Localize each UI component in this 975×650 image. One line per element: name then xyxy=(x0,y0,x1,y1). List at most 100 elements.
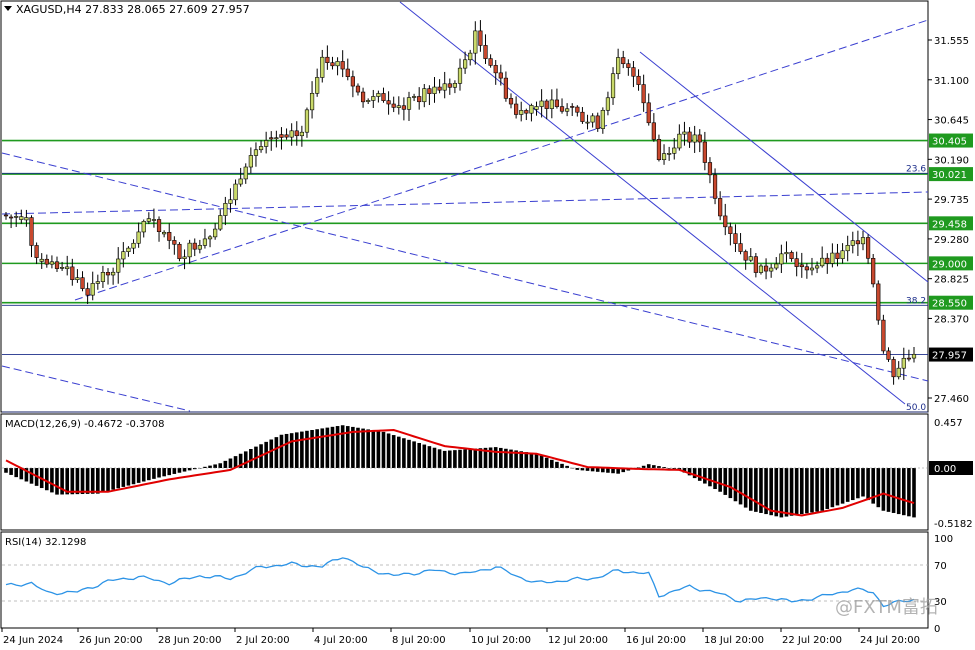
macd-bar xyxy=(126,468,131,486)
macd-bar xyxy=(499,447,503,468)
macd-bar xyxy=(580,468,585,471)
candle xyxy=(626,59,631,76)
candle xyxy=(304,107,310,138)
macd-bar xyxy=(840,468,845,504)
macd-bar xyxy=(534,453,539,468)
candle xyxy=(207,235,213,248)
candle xyxy=(651,113,656,142)
candle xyxy=(743,249,748,270)
candle xyxy=(335,57,340,76)
candle xyxy=(432,77,437,103)
candle xyxy=(809,257,815,276)
rsi-tick-label: 70 xyxy=(934,561,947,572)
candle xyxy=(167,223,172,250)
trendline-falling-dashed-upper xyxy=(1,152,929,382)
macd-bar xyxy=(335,426,340,468)
macd-bar xyxy=(754,468,758,512)
macd-label: MACD(12,26,9) -0.4672 -0.3708 xyxy=(5,419,165,430)
macd-bar xyxy=(850,468,855,501)
price-tick-label: 27.460 xyxy=(934,394,969,405)
macd-bar xyxy=(289,433,294,468)
candle xyxy=(473,21,478,65)
macd-bar xyxy=(182,468,187,472)
candle xyxy=(616,48,621,80)
candle xyxy=(610,67,616,105)
price-tick-label: 29.280 xyxy=(934,235,969,246)
time-tick-label: 12 Jul 20:00 xyxy=(548,635,608,646)
candle xyxy=(820,246,825,268)
macd-bar xyxy=(733,468,738,502)
candle xyxy=(422,84,427,108)
macd-bar xyxy=(646,464,651,468)
dropdown-triangle-icon[interactable] xyxy=(4,6,12,11)
candle xyxy=(447,78,452,95)
rsi-tick-label: 100 xyxy=(934,534,953,545)
macd-bar xyxy=(366,429,370,468)
candle xyxy=(187,239,192,264)
macd-bar xyxy=(106,468,110,491)
macd-bar xyxy=(310,430,314,468)
macd-bar xyxy=(177,468,182,473)
candle xyxy=(488,54,493,68)
candle xyxy=(845,235,850,262)
time-tick-label: 8 Jul 20:00 xyxy=(392,635,446,646)
candle xyxy=(391,96,396,113)
candle xyxy=(498,64,503,86)
rsi-tick-label: 0 xyxy=(934,624,940,635)
candle xyxy=(386,91,391,115)
candle xyxy=(44,254,49,268)
candle xyxy=(508,93,514,109)
macd-bar xyxy=(279,434,284,468)
candle xyxy=(718,191,723,221)
macd-bar xyxy=(697,468,702,481)
candle xyxy=(192,238,197,257)
macd-bar xyxy=(437,449,442,468)
macd-bar xyxy=(162,468,166,477)
macd-bar xyxy=(876,468,881,508)
candle xyxy=(330,56,335,70)
macd-bar xyxy=(4,468,8,473)
candle xyxy=(865,234,871,264)
candle xyxy=(804,263,809,279)
macd-bar xyxy=(458,449,462,468)
candle xyxy=(682,121,687,146)
macd-bar xyxy=(708,468,712,487)
macd-bar xyxy=(835,468,840,506)
macd-bar xyxy=(718,468,722,492)
candle xyxy=(233,179,238,206)
candle xyxy=(667,146,672,161)
candle xyxy=(54,256,60,272)
time-tick-label: 16 Jul 20:00 xyxy=(626,635,686,646)
candle xyxy=(554,88,560,109)
candle xyxy=(559,98,565,114)
macd-bar xyxy=(121,468,126,487)
macd-bar xyxy=(539,455,544,468)
candle xyxy=(850,231,855,254)
candle xyxy=(9,214,14,229)
candle xyxy=(3,212,9,220)
candle xyxy=(381,87,386,103)
candle xyxy=(753,253,758,278)
macd-bar xyxy=(820,468,824,511)
rsi-label: RSI(14) 32.1298 xyxy=(5,537,86,548)
candle xyxy=(136,222,141,248)
candle xyxy=(758,264,764,275)
candle xyxy=(661,144,667,165)
candle xyxy=(284,128,289,140)
macd-bar xyxy=(560,463,564,468)
macd-bar xyxy=(427,446,432,468)
candle xyxy=(80,271,85,292)
candle xyxy=(519,101,524,122)
candle xyxy=(258,140,264,153)
candle xyxy=(197,239,202,254)
candle xyxy=(600,107,605,134)
macd-bar xyxy=(90,468,95,494)
watermark: @FXTM富拓 xyxy=(835,597,938,618)
macd-bar xyxy=(830,468,835,508)
macd-bar xyxy=(891,468,896,513)
candle xyxy=(468,49,473,66)
time-axis: 24 Jun 2024 26 Jun 20:00 28 Jun 20:00 2 Jul… xyxy=(1,628,920,646)
candle xyxy=(427,85,432,106)
macd-bar xyxy=(585,468,590,471)
macd-bar xyxy=(45,468,49,491)
